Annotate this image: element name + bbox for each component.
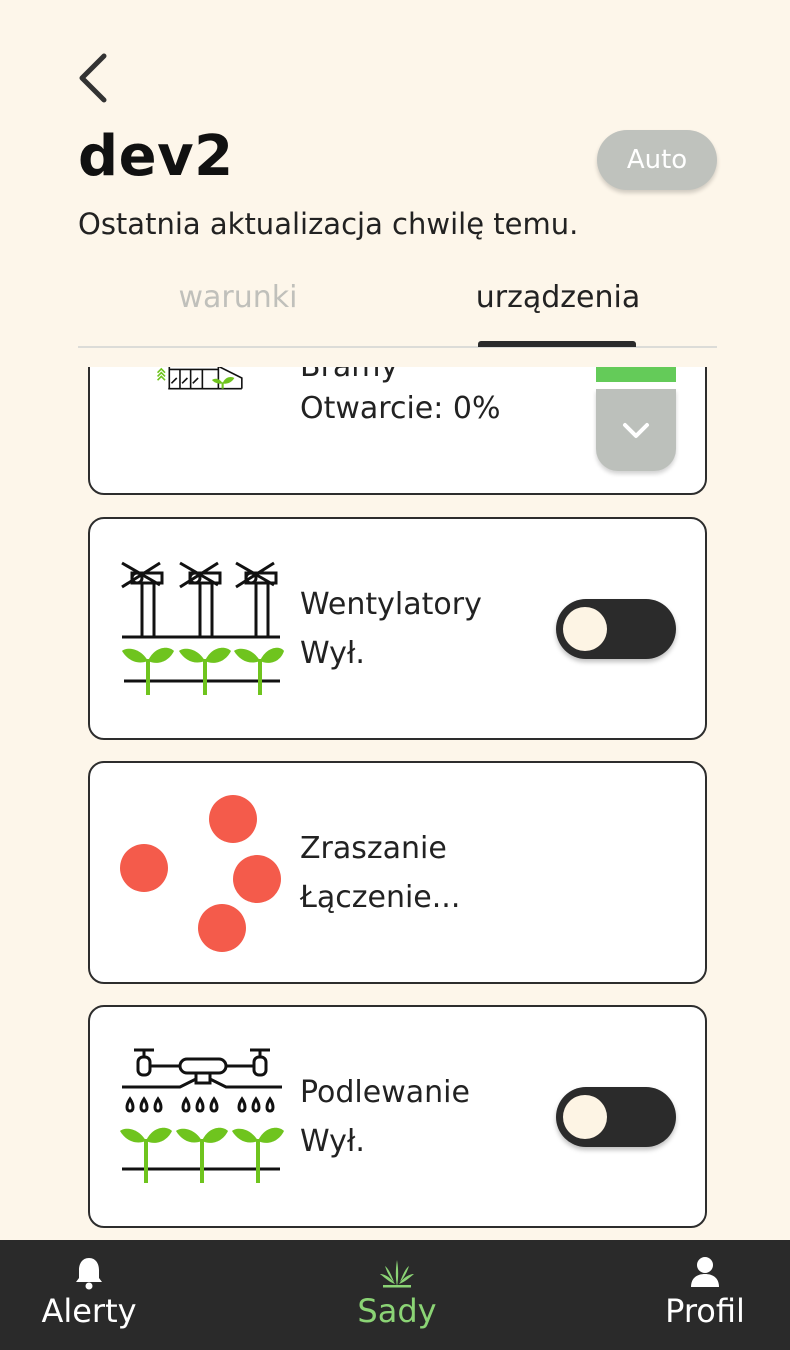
irrigation-icon bbox=[120, 1048, 284, 1183]
device-name: Zraszanie bbox=[300, 831, 447, 866]
gate-dropdown-button[interactable] bbox=[596, 389, 676, 471]
tab-bar: warunki urządzenia bbox=[78, 280, 717, 348]
bell-icon bbox=[76, 1258, 102, 1290]
nav-label: Profil bbox=[665, 1292, 745, 1330]
app-screen: dev2 Auto Ostatnia aktualizacja chwilę t… bbox=[0, 0, 790, 1350]
fans-toggle[interactable] bbox=[556, 599, 676, 659]
device-name: Wentylatory bbox=[300, 587, 482, 622]
device-card-fans[interactable]: Wentylatory Wył. bbox=[88, 517, 707, 740]
sprout-icon bbox=[380, 1260, 414, 1288]
nav-orchards[interactable]: Sady bbox=[337, 1240, 457, 1350]
device-status: Otwarcie: 0% bbox=[300, 391, 501, 426]
nav-label: Sady bbox=[357, 1292, 437, 1330]
toggle-knob bbox=[563, 1095, 607, 1139]
tab-devices[interactable]: urządzenia bbox=[458, 280, 658, 346]
device-name: Podlewanie bbox=[300, 1075, 470, 1110]
nav-profile[interactable]: Profil bbox=[645, 1240, 765, 1350]
device-status: Łączenie... bbox=[300, 880, 461, 915]
user-icon bbox=[691, 1257, 719, 1287]
device-name: Bramy bbox=[300, 367, 398, 384]
chevron-left-icon bbox=[79, 53, 107, 103]
device-card-misting[interactable]: Zraszanie Łączenie... bbox=[88, 761, 707, 984]
greenhouse-gate-icon bbox=[157, 367, 243, 390]
device-list[interactable]: Bramy Otwarcie: 0% bbox=[0, 367, 790, 1240]
device-status: Wył. bbox=[300, 636, 365, 671]
gate-opening-bar bbox=[596, 367, 676, 382]
nav-alerts[interactable]: Alerty bbox=[28, 1240, 150, 1350]
toggle-knob bbox=[563, 607, 607, 651]
device-card-watering[interactable]: Podlewanie Wył. bbox=[88, 1005, 707, 1228]
device-status: Wył. bbox=[300, 1124, 365, 1159]
device-card-gates[interactable]: Bramy Otwarcie: 0% bbox=[88, 367, 707, 495]
page-title: dev2 bbox=[78, 124, 234, 189]
bottom-navigation: Alerty Sady Profil bbox=[0, 1240, 790, 1350]
last-update-text: Ostatnia aktualizacja chwilę temu. bbox=[78, 207, 579, 241]
nav-label: Alerty bbox=[41, 1292, 137, 1330]
loading-dots-icon bbox=[120, 795, 281, 952]
active-tab-indicator bbox=[478, 341, 636, 347]
tab-conditions[interactable]: warunki bbox=[138, 280, 338, 346]
chevron-down-icon bbox=[623, 423, 649, 438]
auto-mode-button[interactable]: Auto bbox=[597, 130, 717, 190]
back-button[interactable] bbox=[70, 50, 120, 106]
fans-icon bbox=[121, 561, 284, 695]
watering-toggle[interactable] bbox=[556, 1087, 676, 1147]
